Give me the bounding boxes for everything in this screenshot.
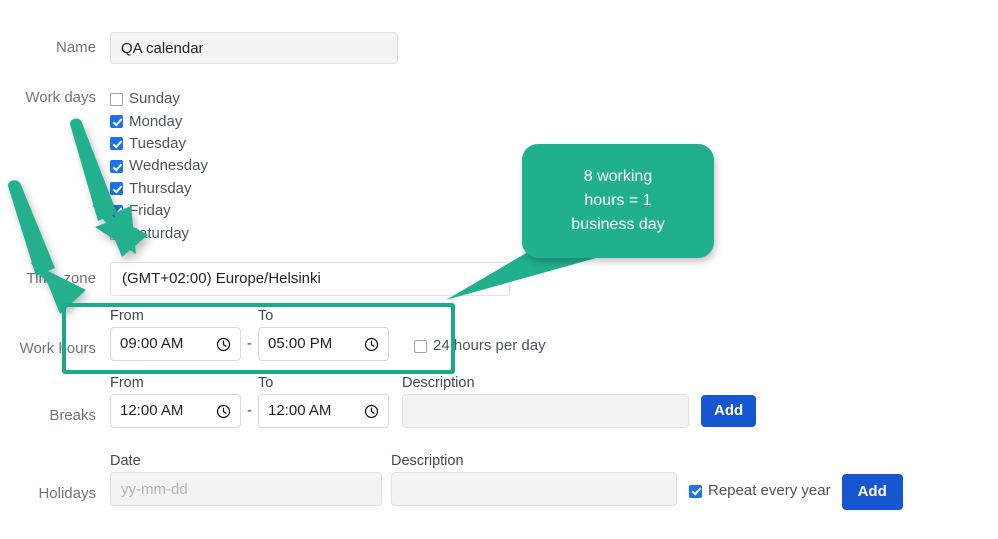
- name-row: Name: [0, 32, 398, 64]
- breaks-add-button[interactable]: Add: [701, 395, 757, 427]
- work-day-item-monday[interactable]: Monday: [110, 110, 208, 132]
- checkbox-saturday[interactable]: [110, 227, 123, 241]
- repeat-every-year-item[interactable]: Repeat every year: [689, 480, 831, 502]
- holidays-date-group: Date: [110, 453, 382, 506]
- callout-line-1: 8 working: [583, 168, 653, 185]
- work-hours-to-header: To: [258, 308, 274, 324]
- work-hours-from-value: 09:00 AM: [120, 335, 184, 352]
- checkbox-tuesday[interactable]: [110, 137, 123, 151]
- work-day-label-friday: Friday: [129, 202, 171, 220]
- holidays-add-button[interactable]: Add: [841, 474, 903, 510]
- checkbox-repeat-every-year[interactable]: [689, 484, 702, 498]
- work-hours-to-value: 05:00 PM: [268, 335, 333, 352]
- time-zone-label: Time zone: [26, 270, 96, 287]
- work-hours-from-header: From: [110, 308, 144, 324]
- work-day-item-sunday[interactable]: Sunday: [110, 88, 208, 110]
- work-days-label: Work days: [25, 89, 96, 106]
- breaks-separator: -: [247, 402, 252, 419]
- breaks-to-input[interactable]: 12:00 AM: [258, 394, 389, 428]
- breaks-from-header: From: [110, 375, 144, 391]
- all-day-checkbox-item[interactable]: 24 hours per day: [414, 335, 546, 357]
- holidays-label: Holidays: [38, 485, 96, 502]
- breaks-to-group: To 12:00 AM: [258, 375, 389, 428]
- clock-icon[interactable]: [364, 337, 379, 352]
- work-hours-label: Work hours: [19, 340, 96, 357]
- breaks-to-header: To: [258, 375, 274, 391]
- time-zone-row: Time zone (GMT+02:00) Europe/Helsinki: [0, 262, 510, 296]
- work-day-label-wednesday: Wednesday: [129, 157, 208, 175]
- all-day-label: 24 hours per day: [433, 337, 546, 355]
- checkbox-monday[interactable]: [110, 115, 123, 129]
- breaks-row: Breaks From 12:00 AM - To 12:00 AM Descr…: [0, 375, 757, 433]
- clock-icon[interactable]: [216, 337, 231, 352]
- calendar-settings-form: Name Work days Sunday Monday Tuesday Wed…: [0, 0, 998, 539]
- name-input[interactable]: [110, 32, 398, 64]
- breaks-description-group: Description: [402, 375, 689, 428]
- clock-icon[interactable]: [364, 404, 379, 419]
- holidays-fields: Date Description Repeat every year Add: [110, 453, 903, 510]
- holidays-date-header: Date: [110, 453, 141, 469]
- work-day-label-tuesday: Tuesday: [129, 134, 186, 152]
- checkbox-24-hours-per-day[interactable]: [414, 339, 427, 353]
- holidays-description-input[interactable]: [391, 472, 677, 506]
- work-hours-from-input[interactable]: 09:00 AM: [110, 327, 241, 361]
- work-hours-to-group: To 05:00 PM: [258, 308, 389, 361]
- name-label: Name: [55, 39, 96, 56]
- checkbox-sunday[interactable]: [110, 92, 123, 106]
- work-days-checkbox-group: Sunday Monday Tuesday Wednesday Thursday: [110, 88, 208, 245]
- breaks-from-value: 12:00 AM: [120, 402, 184, 419]
- breaks-to-value: 12:00 AM: [268, 402, 332, 419]
- callout-text: 8 working hours = 1 business day: [571, 165, 664, 237]
- repeat-every-year-label: Repeat every year: [708, 482, 831, 500]
- work-day-item-friday[interactable]: Friday: [110, 200, 208, 222]
- holidays-description-group: Description: [391, 453, 677, 506]
- work-hours-to-input[interactable]: 05:00 PM: [258, 327, 389, 361]
- work-hours-from-group: From 09:00 AM: [110, 308, 241, 361]
- holidays-description-header: Description: [391, 453, 464, 469]
- work-day-label-thursday: Thursday: [129, 179, 192, 197]
- breaks-fields: From 12:00 AM - To 12:00 AM Description …: [110, 375, 757, 428]
- checkbox-thursday[interactable]: [110, 182, 123, 196]
- work-days-row: Work days Sunday Monday Tuesday Wednesda…: [0, 88, 208, 245]
- work-day-item-saturday[interactable]: Saturday: [110, 222, 208, 244]
- breaks-from-input[interactable]: 12:00 AM: [110, 394, 241, 428]
- work-day-label-sunday: Sunday: [129, 90, 180, 108]
- callout-line-3: business day: [571, 216, 665, 233]
- work-day-item-wednesday[interactable]: Wednesday: [110, 155, 208, 177]
- holidays-date-input[interactable]: [110, 472, 382, 506]
- callout-line-2: hours = 1: [584, 192, 652, 209]
- clock-icon[interactable]: [216, 404, 231, 419]
- checkbox-wednesday[interactable]: [110, 159, 123, 173]
- checkbox-friday[interactable]: [110, 204, 123, 218]
- breaks-description-header: Description: [402, 375, 475, 391]
- work-hours-row: Work hours From 09:00 AM - To 05:00 PM 2…: [0, 308, 546, 366]
- work-hours-separator: -: [247, 335, 252, 352]
- breaks-description-input[interactable]: [402, 394, 689, 428]
- breaks-label: Breaks: [49, 407, 96, 424]
- time-zone-selected-value: (GMT+02:00) Europe/Helsinki: [110, 262, 510, 296]
- work-hours-fields: From 09:00 AM - To 05:00 PM 24 hours per…: [110, 308, 546, 361]
- work-day-item-tuesday[interactable]: Tuesday: [110, 133, 208, 155]
- time-zone-select[interactable]: (GMT+02:00) Europe/Helsinki: [110, 262, 510, 296]
- holidays-row: Holidays Date Description Repeat every y…: [0, 453, 903, 511]
- callout-bubble: 8 working hours = 1 business day: [522, 144, 714, 258]
- work-day-label-monday: Monday: [129, 112, 183, 130]
- breaks-from-group: From 12:00 AM: [110, 375, 241, 428]
- work-day-item-thursday[interactable]: Thursday: [110, 178, 208, 200]
- work-day-label-saturday: Saturday: [129, 224, 190, 242]
